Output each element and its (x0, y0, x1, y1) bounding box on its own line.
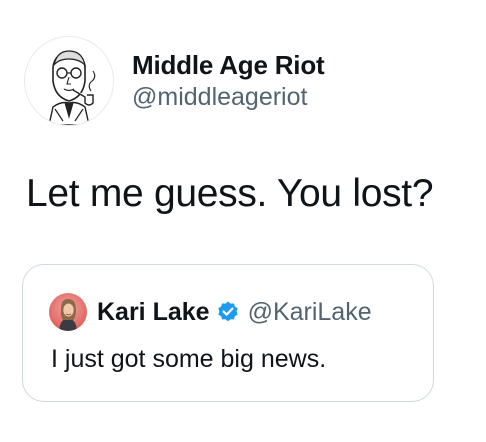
tweet: Middle Age Riot @middleageriot Let me gu… (0, 0, 486, 442)
quoted-author-handle[interactable]: @KariLake (248, 296, 372, 328)
quoted-tweet-author: Kari Lake @KariLake (49, 293, 372, 331)
quoted-author-avatar[interactable] (49, 293, 87, 331)
author-handle[interactable]: @middleageriot (132, 81, 324, 113)
quoted-author-display-name[interactable]: Kari Lake (97, 296, 210, 328)
quoted-tweet-card[interactable]: Kari Lake @KariLake I just got some big … (22, 264, 434, 402)
author-info: Middle Age Riot @middleageriot (132, 49, 325, 113)
profile-photo-icon (49, 293, 87, 331)
man-with-pipe-icon (25, 37, 113, 125)
verified-badge-icon (216, 300, 240, 324)
tweet-text: Let me guess. You lost? (26, 172, 434, 215)
author-avatar[interactable] (24, 36, 114, 126)
tweet-author[interactable]: Middle Age Riot @middleageriot (24, 36, 325, 126)
quoted-tweet-text: I just got some big news. (51, 345, 327, 373)
author-display-name[interactable]: Middle Age Riot (132, 49, 325, 81)
